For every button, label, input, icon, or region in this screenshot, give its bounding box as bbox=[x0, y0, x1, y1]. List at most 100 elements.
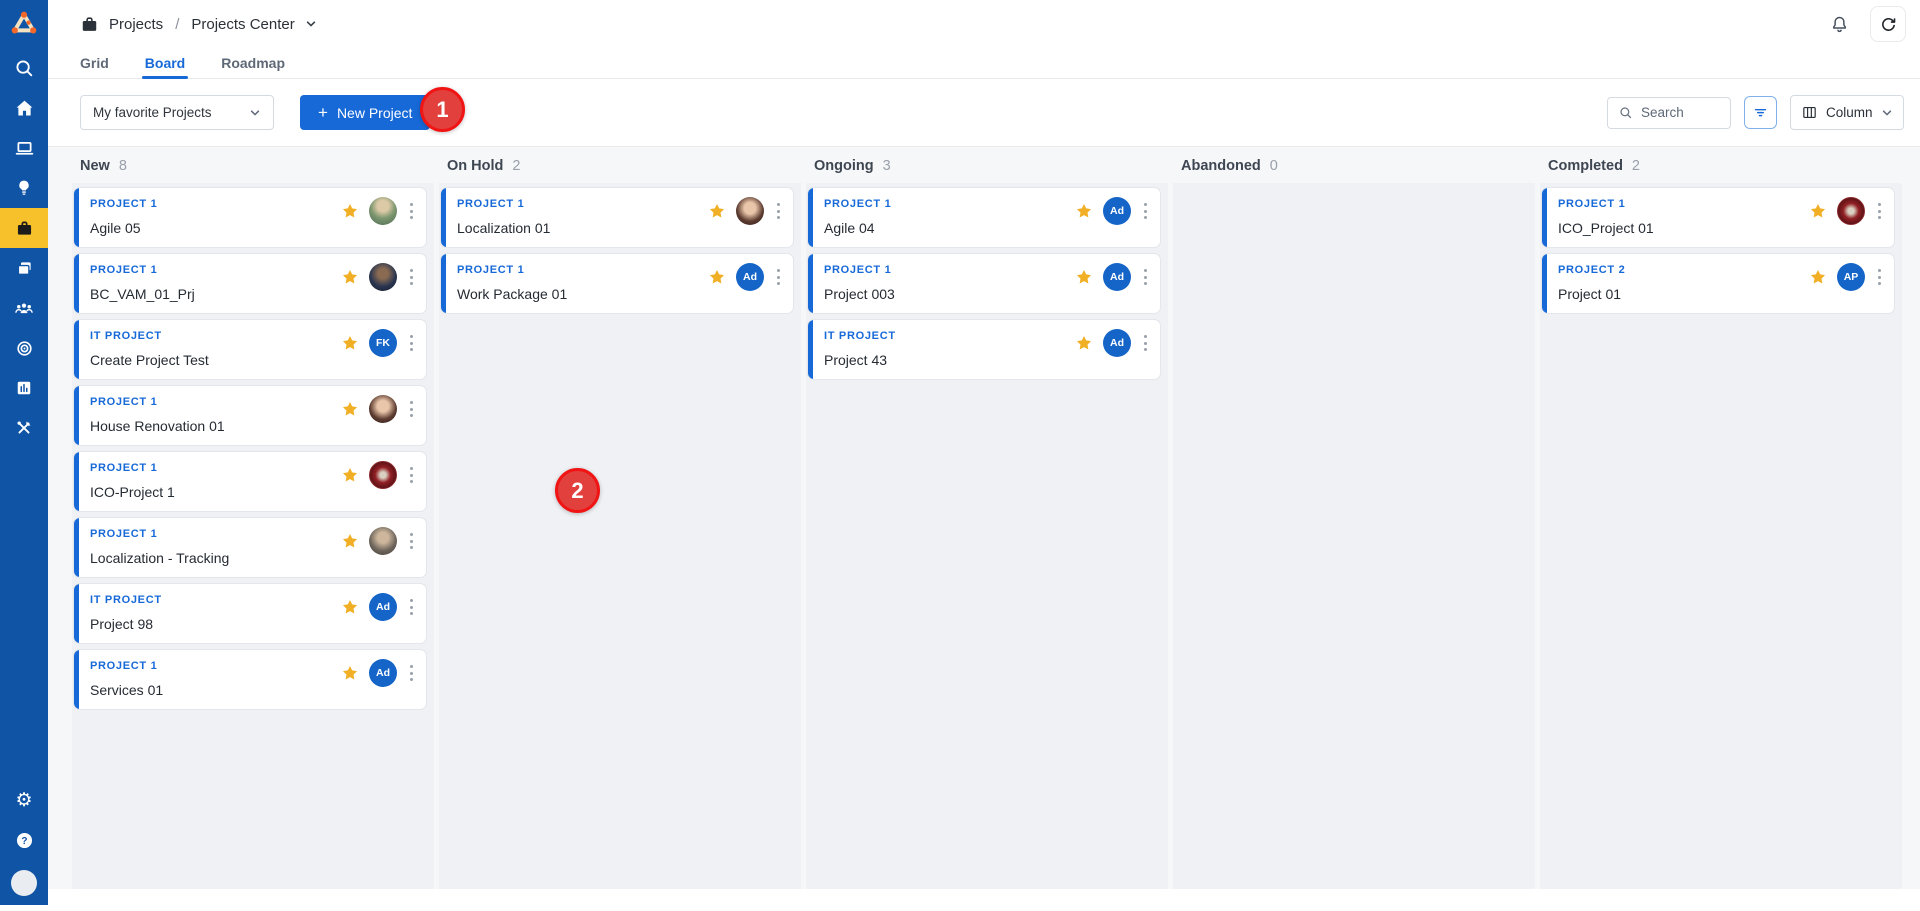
star-icon bbox=[341, 334, 359, 352]
project-card[interactable]: PROJECT 1House Renovation 01 bbox=[73, 385, 427, 446]
board-column-completed: Completed2PROJECT 1ICO_Project 01PROJECT… bbox=[1540, 147, 1902, 889]
star-icon[interactable] bbox=[1809, 268, 1827, 286]
project-card[interactable]: PROJECT 1Localization 01 bbox=[440, 187, 794, 248]
column-view-select[interactable]: Column bbox=[1790, 95, 1904, 130]
card-menu-icon[interactable] bbox=[774, 266, 783, 289]
favorite-projects-select[interactable]: My favorite Projects bbox=[80, 95, 274, 130]
project-card[interactable]: PROJECT 1Localization - Tracking bbox=[73, 517, 427, 578]
star-icon[interactable] bbox=[341, 400, 359, 418]
sidebar-item-projects[interactable] bbox=[0, 208, 48, 248]
star-icon[interactable] bbox=[341, 268, 359, 286]
card-menu-icon[interactable] bbox=[407, 398, 416, 421]
sidebar-item-tools[interactable] bbox=[0, 408, 48, 448]
star-icon[interactable] bbox=[341, 466, 359, 484]
card-menu-icon[interactable] bbox=[407, 596, 416, 619]
card-category: IT PROJECT bbox=[90, 594, 162, 606]
breadcrumb-page[interactable]: Projects Center bbox=[191, 16, 294, 33]
project-card[interactable]: PROJECT 2Project 01AP bbox=[1541, 253, 1895, 314]
project-card[interactable]: PROJECT 1BC_VAM_01_Prj bbox=[73, 253, 427, 314]
sidebar-item-documents[interactable] bbox=[0, 248, 48, 288]
project-card[interactable]: PROJECT 1ICO_Project 01 bbox=[1541, 187, 1895, 248]
card-menu-icon[interactable] bbox=[1875, 200, 1884, 223]
breadcrumb[interactable]: Projects / Projects Center bbox=[80, 15, 317, 34]
card-accent-bar bbox=[74, 584, 79, 643]
star-icon bbox=[341, 268, 359, 286]
card-title: Localization 01 bbox=[457, 220, 550, 236]
column-title: Abandoned bbox=[1181, 158, 1261, 174]
team-icon bbox=[13, 297, 35, 319]
card-menu-icon[interactable] bbox=[407, 530, 416, 553]
card-menu-icon[interactable] bbox=[407, 464, 416, 487]
project-card[interactable]: IT PROJECTProject 43Ad bbox=[807, 319, 1161, 380]
new-project-button[interactable]: + New Project bbox=[300, 95, 430, 130]
filter-button[interactable] bbox=[1744, 96, 1777, 129]
star-icon bbox=[1075, 202, 1093, 220]
project-card[interactable]: PROJECT 1Agile 04Ad bbox=[807, 187, 1161, 248]
sidebar-user-avatar[interactable] bbox=[0, 860, 48, 905]
sidebar-item-team[interactable] bbox=[0, 288, 48, 328]
tab-roadmap[interactable]: Roadmap bbox=[221, 48, 285, 78]
sidebar-item-home[interactable] bbox=[0, 88, 48, 128]
favorite-projects-select-value: My favorite Projects bbox=[93, 105, 212, 120]
gear-icon: ⚙ bbox=[15, 791, 32, 810]
sidebar-item-workspace[interactable] bbox=[0, 128, 48, 168]
project-card[interactable]: PROJECT 1ICO-Project 1 bbox=[73, 451, 427, 512]
star-icon[interactable] bbox=[708, 202, 726, 220]
tools-icon bbox=[14, 418, 34, 438]
star-icon[interactable] bbox=[341, 202, 359, 220]
card-menu-icon[interactable] bbox=[407, 266, 416, 289]
card-menu-icon[interactable] bbox=[407, 332, 416, 355]
project-card[interactable]: PROJECT 1Agile 05 bbox=[73, 187, 427, 248]
breadcrumb-section[interactable]: Projects bbox=[109, 16, 163, 33]
card-menu-icon[interactable] bbox=[1875, 266, 1884, 289]
card-menu-icon[interactable] bbox=[407, 662, 416, 685]
card-category: PROJECT 1 bbox=[90, 264, 157, 276]
card-title: Work Package 01 bbox=[457, 286, 567, 302]
sidebar-item-settings[interactable]: ⚙ bbox=[0, 780, 48, 820]
column-title: Ongoing bbox=[814, 158, 874, 174]
card-menu-icon[interactable] bbox=[1141, 266, 1150, 289]
card-icons bbox=[341, 461, 416, 489]
project-card[interactable]: PROJECT 1Services 01Ad bbox=[73, 649, 427, 710]
star-icon[interactable] bbox=[341, 334, 359, 352]
sidebar-item-search[interactable] bbox=[0, 48, 48, 88]
star-icon[interactable] bbox=[1075, 268, 1093, 286]
folders-icon bbox=[14, 258, 35, 279]
briefcase-icon bbox=[80, 15, 99, 34]
tab-board[interactable]: Board bbox=[145, 48, 185, 78]
notifications-button[interactable] bbox=[1829, 14, 1850, 35]
sidebar-item-goals[interactable] bbox=[0, 328, 48, 368]
card-icons: AP bbox=[1809, 263, 1884, 291]
sidebar-item-ideas[interactable] bbox=[0, 168, 48, 208]
project-card[interactable]: PROJECT 1Work Package 01Ad bbox=[440, 253, 794, 314]
avatar bbox=[369, 461, 397, 489]
project-card[interactable]: PROJECT 1Project 003Ad bbox=[807, 253, 1161, 314]
sidebar-item-reports[interactable] bbox=[0, 368, 48, 408]
card-menu-icon[interactable] bbox=[1141, 200, 1150, 223]
card-menu-icon[interactable] bbox=[407, 200, 416, 223]
tab-grid[interactable]: Grid bbox=[80, 48, 109, 78]
card-menu-icon[interactable] bbox=[1141, 332, 1150, 355]
star-icon[interactable] bbox=[1075, 202, 1093, 220]
star-icon[interactable] bbox=[341, 664, 359, 682]
card-menu-icon[interactable] bbox=[774, 200, 783, 223]
search-input[interactable] bbox=[1641, 105, 1719, 120]
star-icon[interactable] bbox=[708, 268, 726, 286]
star-icon[interactable] bbox=[1075, 334, 1093, 352]
annotation-step-2: 2 bbox=[555, 468, 600, 513]
card-icons: Ad bbox=[708, 263, 783, 291]
refresh-button[interactable] bbox=[1870, 6, 1906, 42]
card-accent-bar bbox=[808, 188, 813, 247]
project-card[interactable]: IT PROJECTCreate Project TestFK bbox=[73, 319, 427, 380]
app-logo-icon[interactable] bbox=[0, 0, 48, 48]
search-box[interactable] bbox=[1607, 97, 1731, 129]
star-icon[interactable] bbox=[341, 532, 359, 550]
sidebar-item-help[interactable]: ? bbox=[0, 820, 48, 860]
card-title: ICO_Project 01 bbox=[1558, 220, 1654, 236]
star-icon[interactable] bbox=[1809, 202, 1827, 220]
project-card[interactable]: IT PROJECTProject 98Ad bbox=[73, 583, 427, 644]
avatar bbox=[369, 527, 397, 555]
star-icon[interactable] bbox=[341, 598, 359, 616]
card-category: IT PROJECT bbox=[90, 330, 162, 342]
card-icons bbox=[341, 263, 416, 291]
